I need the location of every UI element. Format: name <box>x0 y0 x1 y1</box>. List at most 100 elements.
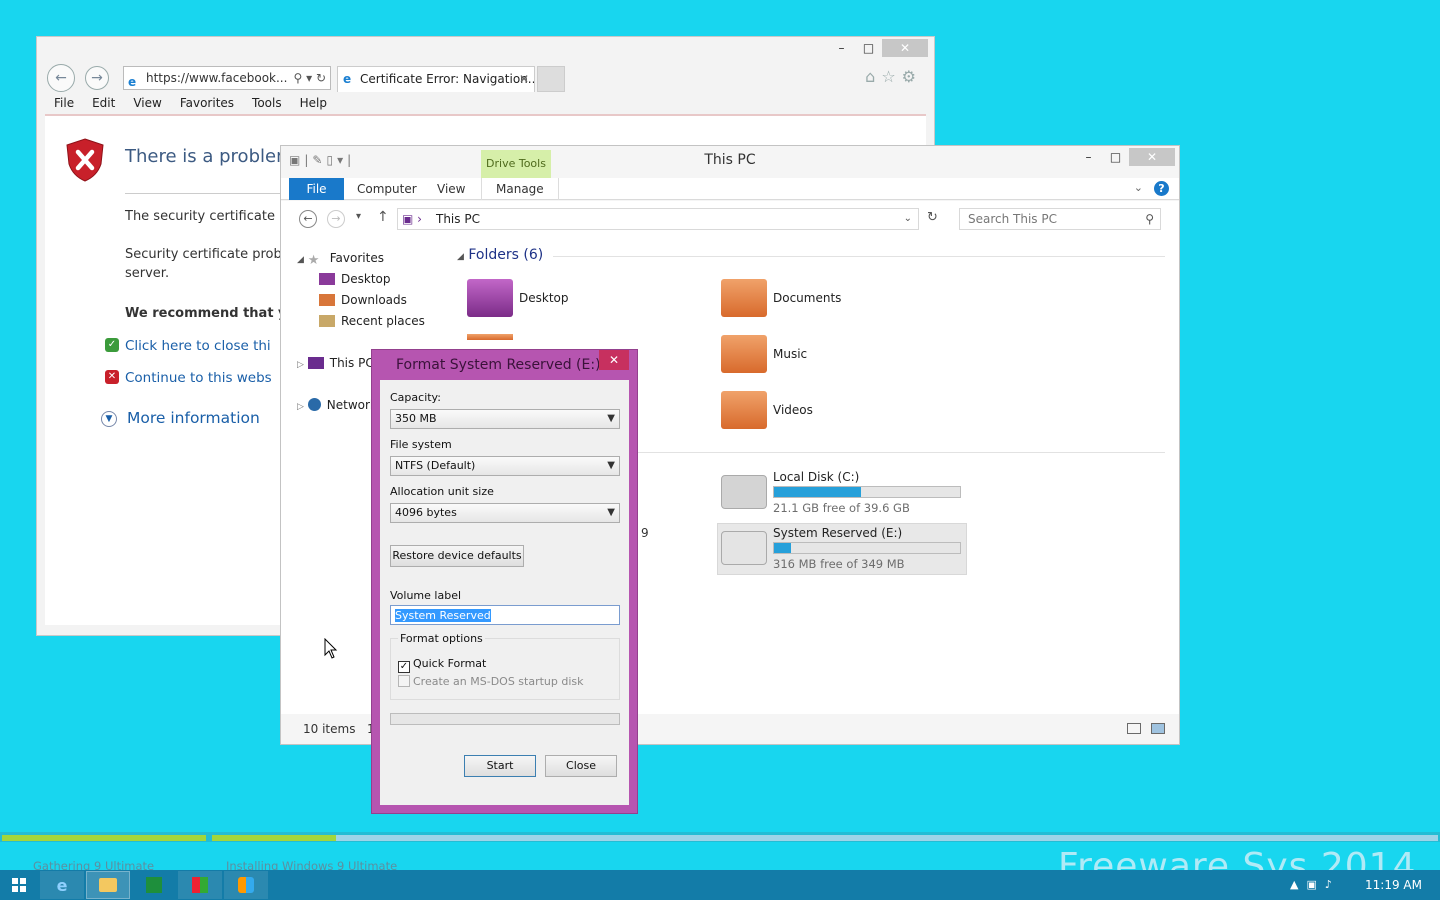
tree-desktop[interactable]: Desktop <box>319 272 391 286</box>
show-hidden-icons-icon[interactable]: ▲ <box>1290 878 1306 891</box>
chevron-down-icon[interactable]: ▼ <box>101 411 117 427</box>
close-button[interactable]: Close <box>545 755 617 777</box>
folders-group-header[interactable]: ◢ Folders (6) <box>457 247 543 263</box>
more-information-text[interactable]: More information <box>127 409 260 427</box>
menu-tools[interactable]: Tools <box>243 93 291 113</box>
recent-places-icon <box>319 315 335 327</box>
taskbar-setup[interactable] <box>224 871 268 899</box>
cert-problem-line2: server. <box>125 266 170 281</box>
maximize-button[interactable]: □ <box>1102 148 1129 166</box>
allocation-label: Allocation unit size <box>390 485 494 498</box>
tree-recent-places[interactable]: Recent places <box>319 314 425 328</box>
music-folder-icon <box>721 335 767 373</box>
collapse-icon[interactable]: ◢ <box>457 252 464 262</box>
address-dropdown-icon[interactable]: ⌄ <box>904 209 912 229</box>
continue-link-text[interactable]: Continue to this webs <box>125 370 272 386</box>
tab-manage[interactable]: Manage <box>481 178 559 200</box>
star-icon: ★ <box>307 253 320 268</box>
ribbon-expand-icon[interactable]: ⌄ <box>1134 181 1143 194</box>
quick-format-checkbox[interactable]: ✓ Quick Format <box>398 657 486 673</box>
system-tray[interactable]: ▲▣♪ <box>1290 878 1340 891</box>
tree-downloads[interactable]: Downloads <box>319 293 407 307</box>
start-button[interactable]: Start <box>464 755 536 777</box>
tree-this-pc[interactable]: ▷ This PC <box>297 356 374 370</box>
forward-arrow-icon[interactable]: → <box>85 66 109 90</box>
file-system-select[interactable]: NTFS (Default) ▼ <box>390 456 620 476</box>
close-page-link[interactable]: ✓ Click here to close thi <box>105 338 271 354</box>
tab-view[interactable]: View <box>423 178 479 200</box>
search-refresh-icons[interactable]: ⚲ ▾ ↻ <box>294 67 327 89</box>
back-arrow-icon[interactable]: ← <box>47 64 75 92</box>
recent-locations-icon[interactable]: ▾ <box>356 211 361 222</box>
tab-file[interactable]: File <box>289 178 344 200</box>
taskbar-ie[interactable]: e <box>40 871 84 899</box>
large-icons-view-icon[interactable] <box>1151 723 1165 734</box>
tab-computer[interactable]: Computer <box>343 178 431 200</box>
start-button[interactable] <box>0 871 38 899</box>
taskbar-app[interactable] <box>178 871 222 899</box>
ie-toolbar-icons[interactable]: ⌂☆⚙ <box>865 67 922 86</box>
expand-icon[interactable]: ▷ <box>297 360 304 370</box>
forward-arrow-icon[interactable]: → <box>327 210 345 228</box>
address-bar[interactable]: e https://www.facebook... ⚲ ▾ ↻ <box>123 66 331 90</box>
menu-help[interactable]: Help <box>291 93 336 113</box>
search-input[interactable]: Search This PC ⚲ <box>959 208 1161 230</box>
tree-favorites[interactable]: ◢ ★ Favorites <box>297 251 384 268</box>
minimize-button[interactable]: – <box>828 39 855 57</box>
minimize-button[interactable]: – <box>1075 148 1102 166</box>
close-button[interactable]: ✕ <box>1129 148 1175 166</box>
divider <box>637 452 1165 453</box>
quick-format-label: Quick Format <box>413 657 487 670</box>
menu-file[interactable]: File <box>45 93 83 113</box>
continue-link[interactable]: ✕ Continue to this webs <box>105 370 272 386</box>
network-icon[interactable]: ▣ <box>1306 878 1324 891</box>
menu-edit[interactable]: Edit <box>83 93 124 113</box>
tab-close-icon[interactable]: ✕ <box>519 67 529 91</box>
up-arrow-icon[interactable]: ↑ <box>377 209 389 225</box>
status-bar-count: 10 items <box>303 722 356 736</box>
volume-label-input[interactable]: System Reserved <box>390 605 620 625</box>
home-icon[interactable]: ⌂ <box>865 67 881 86</box>
search-icon: ⚲ <box>1145 212 1154 226</box>
restore-defaults-button[interactable]: Restore device defaults <box>390 545 524 567</box>
new-tab-button[interactable] <box>537 66 565 92</box>
back-arrow-icon[interactable]: ← <box>299 210 317 228</box>
expand-icon[interactable]: ▷ <box>297 402 304 412</box>
details-view-icon[interactable] <box>1127 723 1141 734</box>
ie-menubar: File Edit View Favorites Tools Help <box>45 93 926 113</box>
help-icon[interactable]: ? <box>1154 181 1169 196</box>
store-icon <box>146 877 162 893</box>
allocation-select[interactable]: 4096 bytes ▼ <box>390 503 620 523</box>
taskbar-store[interactable] <box>132 871 176 899</box>
menu-view[interactable]: View <box>124 93 170 113</box>
msdos-startup-checkbox[interactable]: Create an MS-DOS startup disk <box>398 675 584 688</box>
expand-icon[interactable]: ◢ <box>297 255 304 265</box>
tree-network[interactable]: ▷ Network <box>297 398 377 412</box>
refresh-icon[interactable]: ↻ <box>927 210 938 225</box>
menu-favorites[interactable]: Favorites <box>171 93 243 113</box>
address-bar[interactable]: ▣ › This PC ⌄ <box>397 208 919 230</box>
folders-header-text: Folders (6) <box>468 247 544 263</box>
close-page-link-text[interactable]: Click here to close thi <box>125 338 271 354</box>
dialog-body: Capacity: 350 MB ▼ File system NTFS (Def… <box>380 380 629 805</box>
checkbox-unchecked-icon[interactable] <box>398 675 410 687</box>
ribbon-tabs: File Computer View Manage ⌄ ? <box>281 178 1179 200</box>
gear-icon[interactable]: ⚙ <box>902 67 922 86</box>
favorites-star-icon[interactable]: ☆ <box>881 67 901 86</box>
taskbar-explorer[interactable] <box>86 871 130 899</box>
dialog-close-button[interactable]: ✕ <box>599 350 629 370</box>
close-button[interactable]: ✕ <box>882 39 928 57</box>
address-text: This PC <box>436 212 480 226</box>
checkbox-checked-icon[interactable]: ✓ <box>398 661 410 673</box>
capacity-select[interactable]: 350 MB ▼ <box>390 409 620 429</box>
file-system-value: NTFS (Default) <box>395 459 476 472</box>
desktop-icon <box>319 273 335 285</box>
more-information-link[interactable]: ▼ More information <box>101 409 260 427</box>
maximize-button[interactable]: □ <box>855 39 882 57</box>
clock[interactable]: 11:19 AM <box>1365 878 1422 892</box>
volume-muted-icon[interactable]: ♪ <box>1325 878 1340 891</box>
cert-description: The security certificate pr <box>125 209 293 224</box>
browser-tab[interactable]: e Certificate Error: Navigation... ✕ <box>337 66 535 92</box>
mouse-cursor-icon <box>324 638 338 659</box>
ie-logo-icon: e <box>128 75 137 89</box>
